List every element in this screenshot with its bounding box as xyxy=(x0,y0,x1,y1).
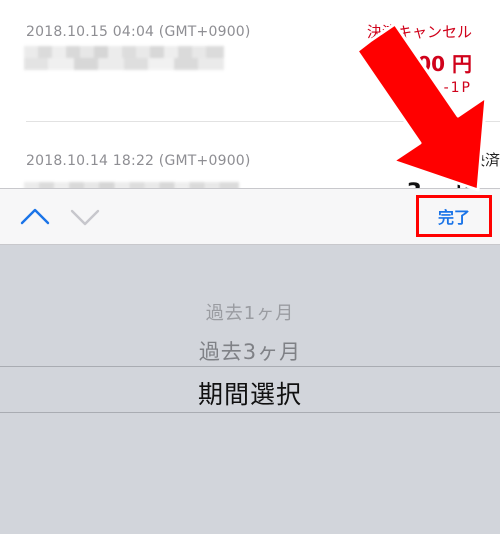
transaction-status: 決済 xyxy=(469,151,500,169)
previous-field-button[interactable] xyxy=(18,202,52,232)
transaction-status: 決済キャンセル xyxy=(366,23,472,41)
transaction-amount: 3円 xyxy=(407,174,478,188)
next-field-button[interactable] xyxy=(68,202,102,232)
transaction-list: 2018.10.15 04:04 (GMT+0900) 決済キャンセル 300 … xyxy=(0,0,500,188)
selection-indicator-top xyxy=(0,366,500,367)
period-picker[interactable]: 過去1ヶ月 過去3ヶ月 期間選択 xyxy=(0,245,500,534)
transaction-amount-digit: 3 xyxy=(407,180,422,188)
screen: 2018.10.15 04:04 (GMT+0900) 決済キャンセル 300 … xyxy=(0,0,500,534)
transaction-datetime: 2018.10.15 04:04 (GMT+0900) xyxy=(26,24,251,40)
picker-option[interactable]: 過去3ヶ月 xyxy=(0,336,500,366)
transaction-amount-unit: 円 xyxy=(456,180,478,188)
picker-toolbar: 完了 xyxy=(0,188,500,245)
done-button[interactable]: 完了 xyxy=(416,195,492,237)
chevron-down-icon xyxy=(70,209,100,226)
transaction-amount: 300 円 xyxy=(403,52,472,76)
transaction-datetime: 2018.10.14 18:22 (GMT+0900) xyxy=(26,153,251,169)
picker-option-selected[interactable]: 期間選択 xyxy=(0,375,500,411)
selection-indicator-bottom xyxy=(0,412,500,413)
transaction-points: -1P xyxy=(443,80,472,96)
redacted-merchant-name xyxy=(24,46,224,70)
picker-option[interactable]: 過去1ヶ月 xyxy=(0,299,500,325)
chevron-up-icon xyxy=(20,208,50,225)
list-item[interactable]: 2018.10.15 04:04 (GMT+0900) 決済キャンセル 300 … xyxy=(0,0,500,122)
list-item[interactable]: 2018.10.14 18:22 (GMT+0900) 決済 3円 xyxy=(0,122,500,188)
